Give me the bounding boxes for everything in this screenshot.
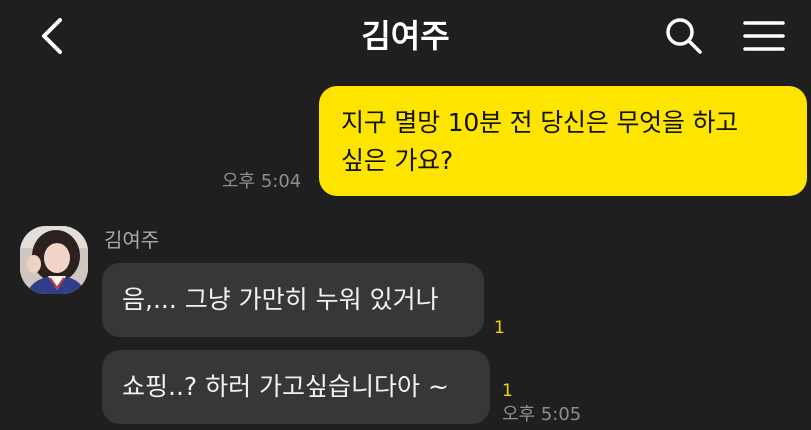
search-button[interactable]	[660, 14, 708, 58]
sender-avatar[interactable]	[20, 226, 88, 294]
outgoing-message-line: 싶은 가요?	[341, 146, 454, 175]
chat-header: 김여주	[0, 0, 811, 72]
incoming-message-bubble[interactable]: 쇼핑..? 하러 가고싶습니다아 ~	[102, 350, 490, 424]
profile-photo	[20, 226, 88, 294]
sender-name: 김여주	[104, 228, 160, 252]
outgoing-message-bubble[interactable]: 지구 멸망 10분 전 당신은 무엇을 하고 싶은 가요?	[319, 86, 807, 196]
unread-count: 1	[502, 381, 513, 401]
outgoing-timestamp: 오후 5:04	[222, 171, 302, 192]
outgoing-message-line: 지구 멸망 10분 전 당신은 무엇을 하고	[341, 108, 739, 137]
menu-button[interactable]	[738, 14, 790, 58]
incoming-message-text: 음,... 그냥 가만히 누워 있거나	[122, 285, 439, 314]
incoming-message-bubble[interactable]: 음,... 그냥 가만히 누워 있거나	[102, 263, 484, 337]
incoming-message-text: 쇼핑..? 하러 가고싶습니다아 ~	[122, 372, 449, 401]
hamburger-menu-icon	[743, 21, 785, 51]
search-icon	[666, 18, 702, 54]
incoming-timestamp: 오후 5:05	[502, 404, 582, 425]
unread-count: 1	[494, 318, 505, 338]
chat-screen: 김여주 오후 5:04 지구 멸망 10분 전 당신은 무엇을 하고 싶은 가요…	[0, 0, 811, 430]
